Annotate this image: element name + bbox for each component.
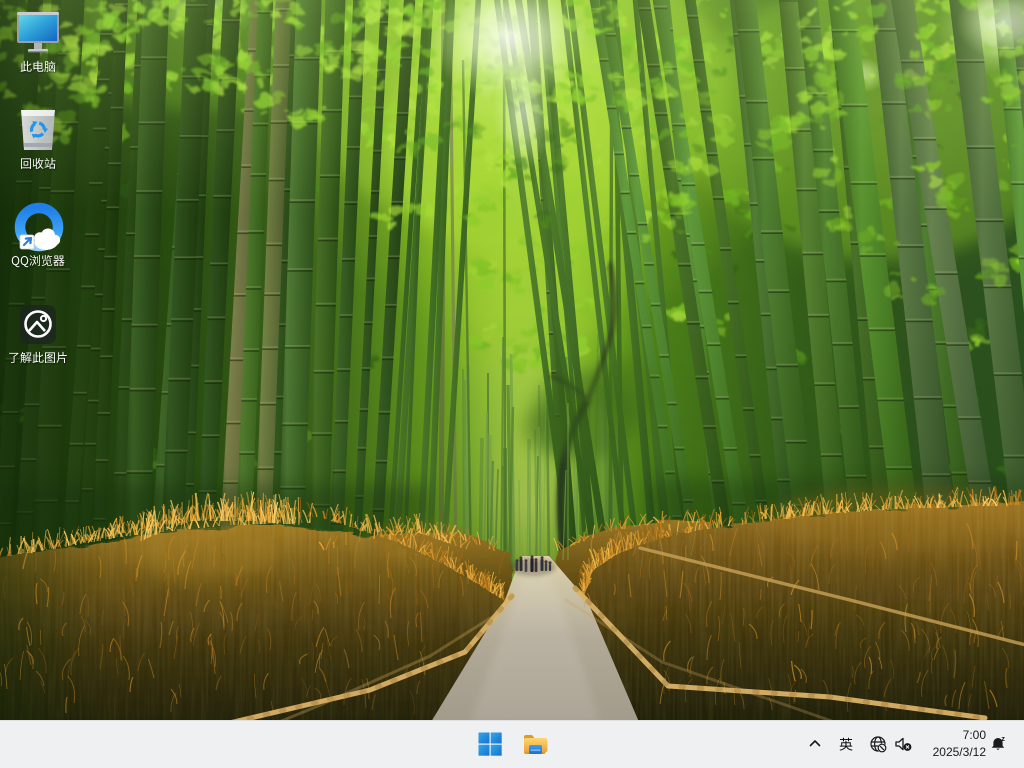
svg-text:z: z [1001,734,1005,743]
